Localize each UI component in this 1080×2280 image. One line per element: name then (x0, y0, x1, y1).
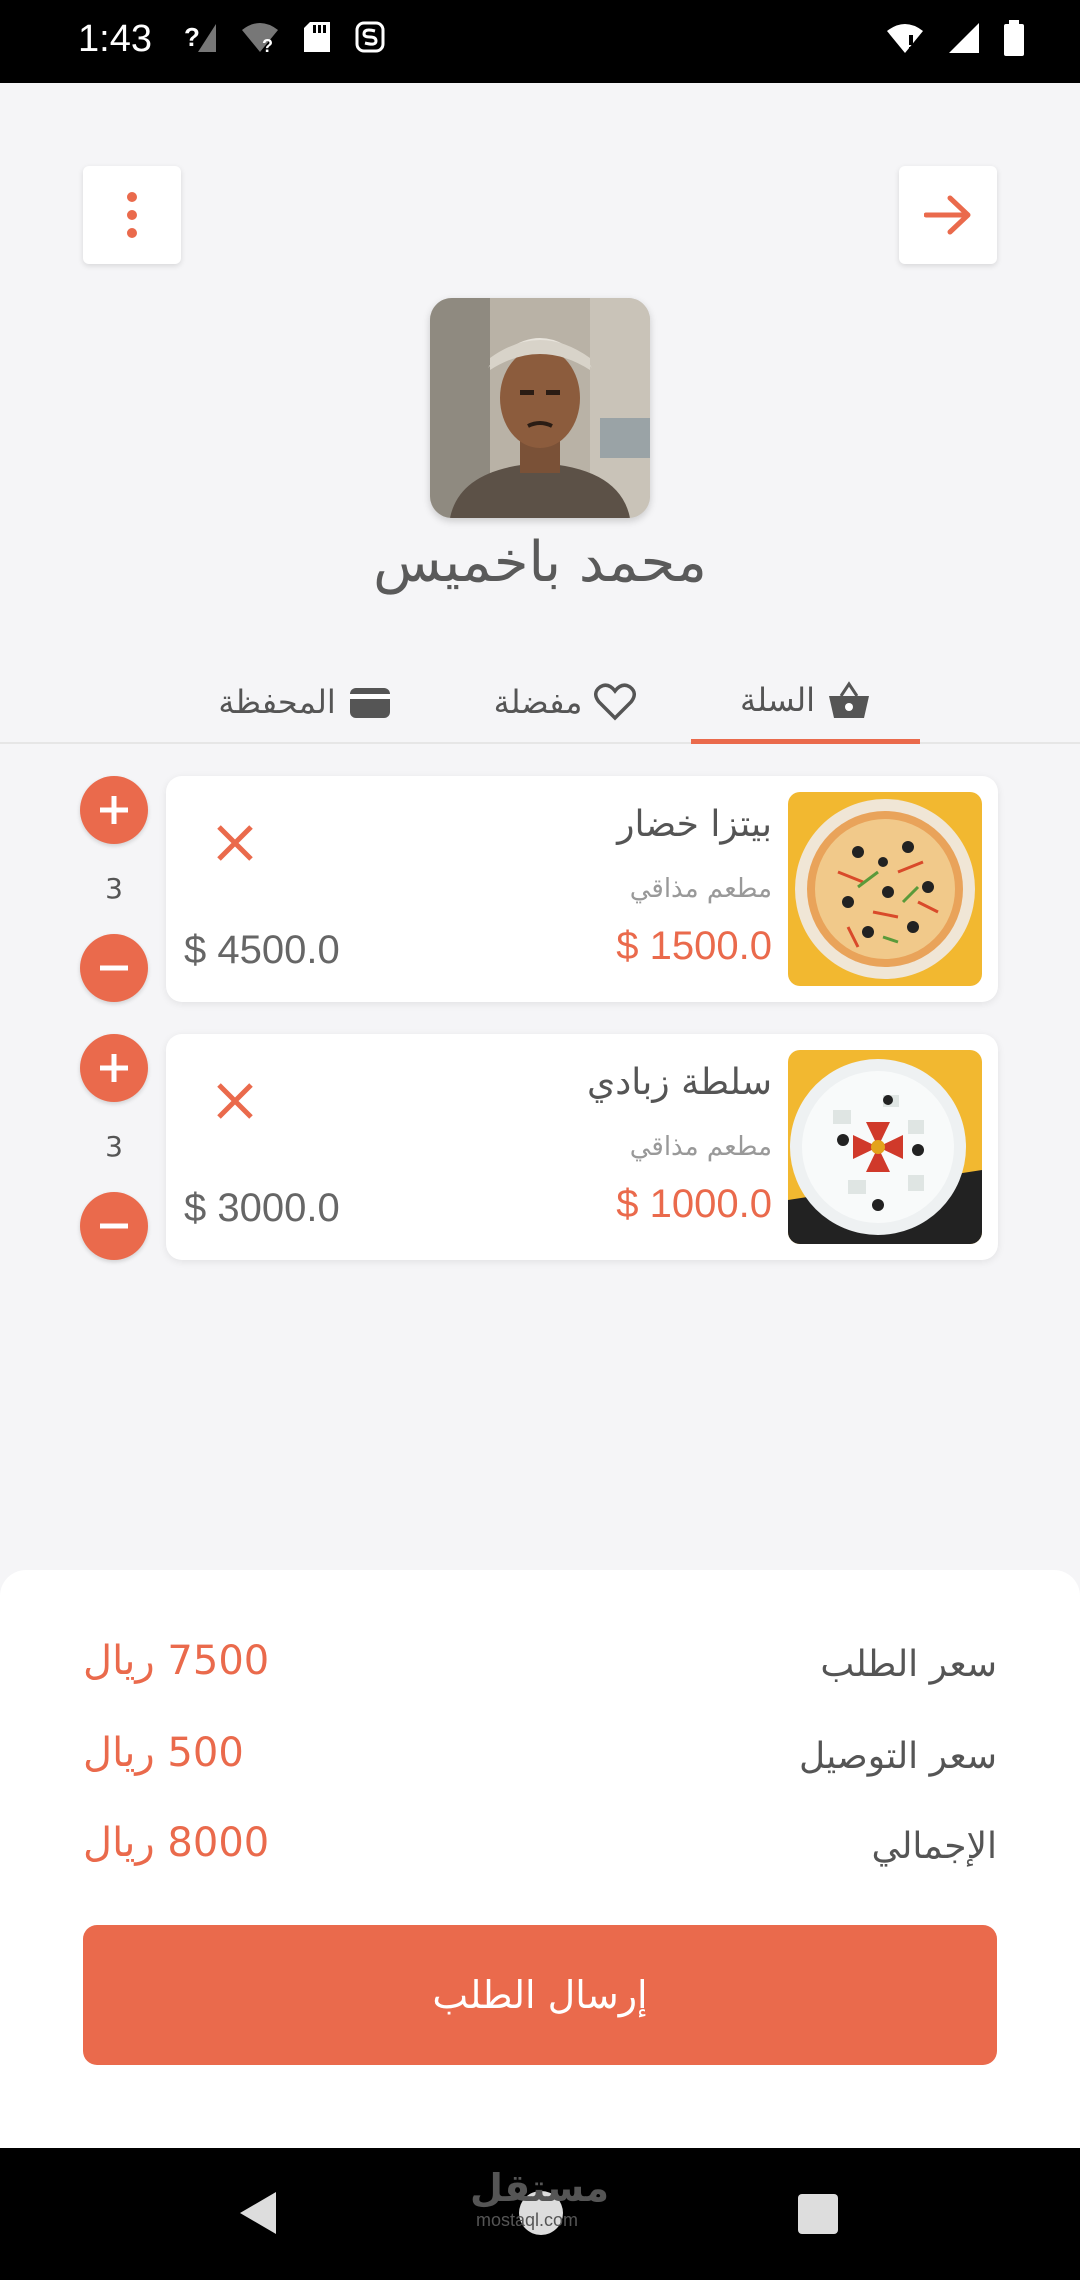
item-price: $ 1000.0 (616, 1182, 772, 1226)
more-vertical-icon (127, 192, 137, 238)
profile-tabs: السلة مفضلة المحفظة (0, 660, 1080, 744)
nav-recents-icon[interactable] (798, 2194, 838, 2234)
item-total: $ 4500.0 (184, 928, 340, 972)
total-label: الإجمالي (871, 1826, 997, 1867)
wifi-unknown-icon: ? (242, 23, 278, 54)
back-button[interactable] (899, 166, 997, 264)
item-image (788, 1050, 982, 1244)
more-options-button[interactable] (83, 166, 181, 264)
quantity-stepper: 3 (80, 776, 152, 1002)
minus-icon (100, 1223, 128, 1229)
item-total: $ 3000.0 (184, 1186, 340, 1230)
arrow-right-icon (924, 195, 971, 235)
cart-item: بيتزا خضار مطعم مذاقي $ 1500.0 $ 4500.0 (166, 776, 998, 1002)
svg-text:?: ? (262, 36, 273, 54)
status-bar: 1:43 ? ? (0, 0, 1080, 83)
increase-button[interactable] (80, 1034, 148, 1102)
tab-wallet[interactable]: المحفظة (200, 660, 410, 744)
remove-item-button[interactable] (208, 816, 262, 870)
total-value: 8000 ريال (83, 1820, 270, 1866)
order-summary: سعر الطلب 7500 ريال سعر التوصيل 500 ريال… (0, 1570, 1080, 2148)
plus-icon (100, 1054, 128, 1082)
wifi-icon (887, 24, 923, 53)
delivery-price-value: 500 ريال (83, 1730, 244, 1776)
tab-cart[interactable]: السلة (691, 660, 920, 744)
remove-item-button[interactable] (208, 1074, 262, 1128)
plus-icon (100, 796, 128, 824)
status-icons-right (885, 20, 1025, 56)
watermark-url: mostaql.com (476, 2210, 579, 2230)
item-image (788, 792, 982, 986)
tab-favorites-label: مفضلة (493, 683, 583, 721)
basket-icon (828, 680, 869, 718)
status-icons-left: ? ? (184, 20, 386, 54)
signal-unknown-icon: ? (184, 22, 216, 52)
tab-cart-label: السلة (740, 680, 815, 719)
item-title: سلطة زبادي (587, 1062, 772, 1103)
cart-item: سلطة زبادي مطعم مذاقي $ 1000.0 $ 3000.0 (166, 1034, 998, 1260)
decrease-button[interactable] (80, 1192, 148, 1260)
order-price-value: 7500 ريال (83, 1638, 270, 1684)
delivery-price-row: سعر التوصيل 500 ريال (83, 1730, 997, 1800)
minus-icon (100, 965, 128, 971)
item-restaurant: مطعم مذاقي (629, 1132, 772, 1162)
tab-wallet-label: المحفظة (218, 683, 336, 721)
heart-icon (594, 683, 637, 721)
battery-icon (1004, 20, 1024, 56)
sync-icon (355, 21, 385, 53)
total-row: الإجمالي 8000 ريال (83, 1820, 997, 1890)
sd-card-icon (304, 22, 330, 52)
tab-favorites[interactable]: مفضلة (480, 660, 650, 744)
quantity-value: 3 (105, 1130, 123, 1163)
status-time: 1:43 (78, 18, 152, 60)
delivery-price-label: سعر التوصيل (799, 1736, 997, 1777)
order-price-label: سعر الطلب (820, 1644, 997, 1685)
submit-order-button[interactable]: إرسال الطلب (83, 1925, 997, 2065)
close-icon (217, 1083, 253, 1119)
avatar (430, 298, 650, 518)
increase-button[interactable] (80, 776, 148, 844)
cell-signal-icon (949, 23, 979, 53)
wallet-icon (349, 688, 390, 718)
quantity-stepper: 3 (80, 1034, 152, 1260)
close-icon (217, 825, 253, 861)
quantity-value: 3 (105, 872, 123, 905)
decrease-button[interactable] (80, 934, 148, 1002)
svg-text:?: ? (184, 22, 200, 52)
watermark-logo: مستقل (470, 2166, 609, 2210)
system-nav-bar: مستقل mostaql.com (0, 2148, 1080, 2280)
profile-name: محمد باخميس (373, 530, 707, 595)
order-price-row: سعر الطلب 7500 ريال (83, 1638, 997, 1708)
nav-back-icon[interactable] (236, 2188, 280, 2238)
item-restaurant: مطعم مذاقي (629, 874, 772, 904)
item-title: بيتزا خضار (617, 804, 772, 845)
item-price: $ 1500.0 (616, 924, 772, 968)
